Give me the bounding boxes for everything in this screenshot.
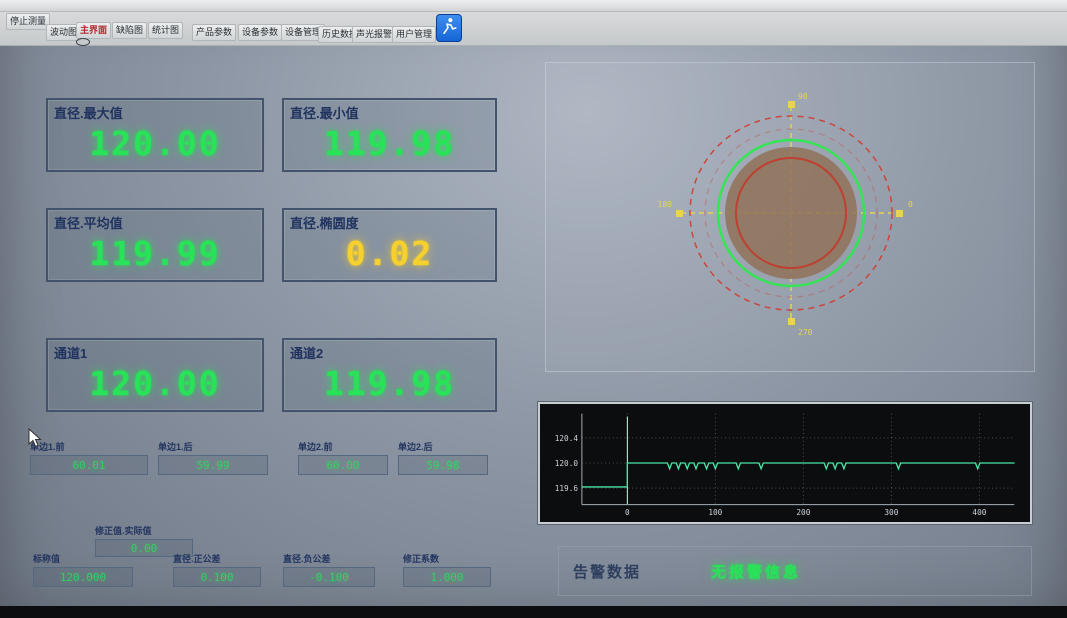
metric-panel-ovality: 直径.椭圆度 0.02 <box>282 208 497 282</box>
metric-panel-channel-2: 通道2 119.98 <box>282 338 497 412</box>
gauge-label-right: 0 <box>908 200 913 209</box>
running-person-icon <box>440 16 458 41</box>
edge-value-box: 59.98 <box>398 455 488 475</box>
toolbar: 停止测量 波动图 主界面 缺陷图 统计图 产品参数 设备参数 设备管理 历史数据… <box>0 12 1067 46</box>
edge-value: 60.00 <box>326 459 359 472</box>
param-value: 1.000 <box>430 571 463 584</box>
metric-value: 119.99 <box>48 227 262 280</box>
calibration-label: 修正值.实际值 <box>95 524 193 537</box>
param-label: 直径.负公差 <box>283 552 375 565</box>
window-titlebar <box>0 0 1067 12</box>
mouse-cursor <box>28 428 42 453</box>
calibration-value: 0.00 <box>131 542 158 555</box>
param-value: -0.100 <box>309 571 349 584</box>
metric-panel-diameter-max: 直径.最大值 120.00 <box>46 98 264 172</box>
product-cross-section <box>725 147 857 279</box>
cross-section-gauge-panel: 90 270 180 0 <box>545 62 1035 372</box>
metric-panel-channel-1: 通道1 120.00 <box>46 338 264 412</box>
y-tick: 120.0 <box>555 459 579 468</box>
toolbar-button-user-manage[interactable]: 用户管理 <box>392 26 436 43</box>
trend-chart-panel: 120.4 120.0 119.6 0 100 200 300 400 <box>538 402 1032 524</box>
param-value-box: 0.100 <box>173 567 261 587</box>
toolbar-button-sound-alarm[interactable]: 声光报警 <box>352 26 396 43</box>
gauge-label-left: 180 <box>658 200 673 209</box>
application-window: 停止测量 波动图 主界面 缺陷图 统计图 产品参数 设备参数 设备管理 历史数据… <box>0 0 1067 618</box>
metric-value: 119.98 <box>284 117 495 170</box>
param-value-box: 1.000 <box>403 567 491 587</box>
edge-value: 59.98 <box>426 459 459 472</box>
metric-value: 120.00 <box>48 357 262 410</box>
metric-value: 120.00 <box>48 117 262 170</box>
x-tick: 300 <box>884 508 898 517</box>
trend-grid <box>582 414 1014 505</box>
toolbar-button-defect-chart[interactable]: 缺陷图 <box>112 22 147 39</box>
edge-label: 单边2.前 <box>298 440 388 453</box>
edge-readout-2-front: 单边2.前 60.00 <box>298 440 388 475</box>
edge-readout-2-back: 单边2.后 59.98 <box>398 440 488 475</box>
param-value: 120.000 <box>60 571 106 584</box>
y-tick: 120.4 <box>555 434 579 443</box>
param-value: 0.100 <box>200 571 233 584</box>
bottom-bar <box>0 606 1067 618</box>
gauge-label-top: 90 <box>798 92 808 101</box>
edge-label: 单边1.前 <box>30 440 148 453</box>
edge-value: 59.99 <box>196 459 229 472</box>
metric-value: 0.02 <box>284 227 495 280</box>
toolbar-button-product-params[interactable]: 产品参数 <box>192 24 236 41</box>
param-value-box: 120.000 <box>33 567 133 587</box>
x-tick: 0 <box>625 508 630 517</box>
toolbar-button-statistics-chart[interactable]: 统计图 <box>148 22 183 39</box>
edge-value: 60.01 <box>72 459 105 472</box>
y-tick: 119.6 <box>555 484 579 493</box>
metric-panel-diameter-avg: 直径.平均值 119.99 <box>46 208 264 282</box>
edge-readout-1-back: 单边1.后 59.99 <box>158 440 268 475</box>
param-value-box: -0.100 <box>283 567 375 587</box>
trend-series-line <box>582 463 1015 487</box>
edge-value-box: 59.99 <box>158 455 268 475</box>
toolbar-button-device-params[interactable]: 设备参数 <box>238 24 282 41</box>
edge-readout-1-front: 单边1.前 60.01 <box>30 440 148 475</box>
alarm-label: 告警数据 <box>573 561 641 582</box>
edge-value-box: 60.00 <box>298 455 388 475</box>
trend-chart: 120.4 120.0 119.6 0 100 200 300 400 <box>540 404 1030 522</box>
param-label: 直径.正公差 <box>173 552 261 565</box>
alarm-status-text: 无报警信息 <box>711 561 801 582</box>
x-tick: 100 <box>708 508 722 517</box>
x-tick: 200 <box>796 508 810 517</box>
edge-label: 单边1.后 <box>158 440 268 453</box>
toolbar-button-stop-measure[interactable]: 停止测量 <box>6 13 50 30</box>
param-nominal-value: 标称值 120.000 <box>33 552 133 587</box>
param-negative-tolerance: 直径.负公差 -0.100 <box>283 552 375 587</box>
metric-value: 119.98 <box>284 357 495 410</box>
edge-label: 单边2.后 <box>398 440 488 453</box>
param-label: 标称值 <box>33 552 133 565</box>
cross-section-gauge: 90 270 180 0 <box>546 63 1036 373</box>
gauge-label-bottom: 270 <box>798 328 813 337</box>
trend-axes <box>582 414 1014 505</box>
edge-value-box: 60.01 <box>30 455 148 475</box>
param-label: 修正系数 <box>403 552 491 565</box>
toolbar-button-main-screen[interactable]: 主界面 <box>76 22 111 39</box>
run-status-button[interactable] <box>436 14 462 42</box>
x-tick: 400 <box>972 508 986 517</box>
metric-panel-diameter-min: 直径.最小值 119.98 <box>282 98 497 172</box>
param-correction-factor: 修正系数 1.000 <box>403 552 491 587</box>
param-positive-tolerance: 直径.正公差 0.100 <box>173 552 261 587</box>
mode-indicator-ellipse <box>76 38 90 46</box>
alarm-data-panel: 告警数据 无报警信息 <box>558 546 1032 596</box>
